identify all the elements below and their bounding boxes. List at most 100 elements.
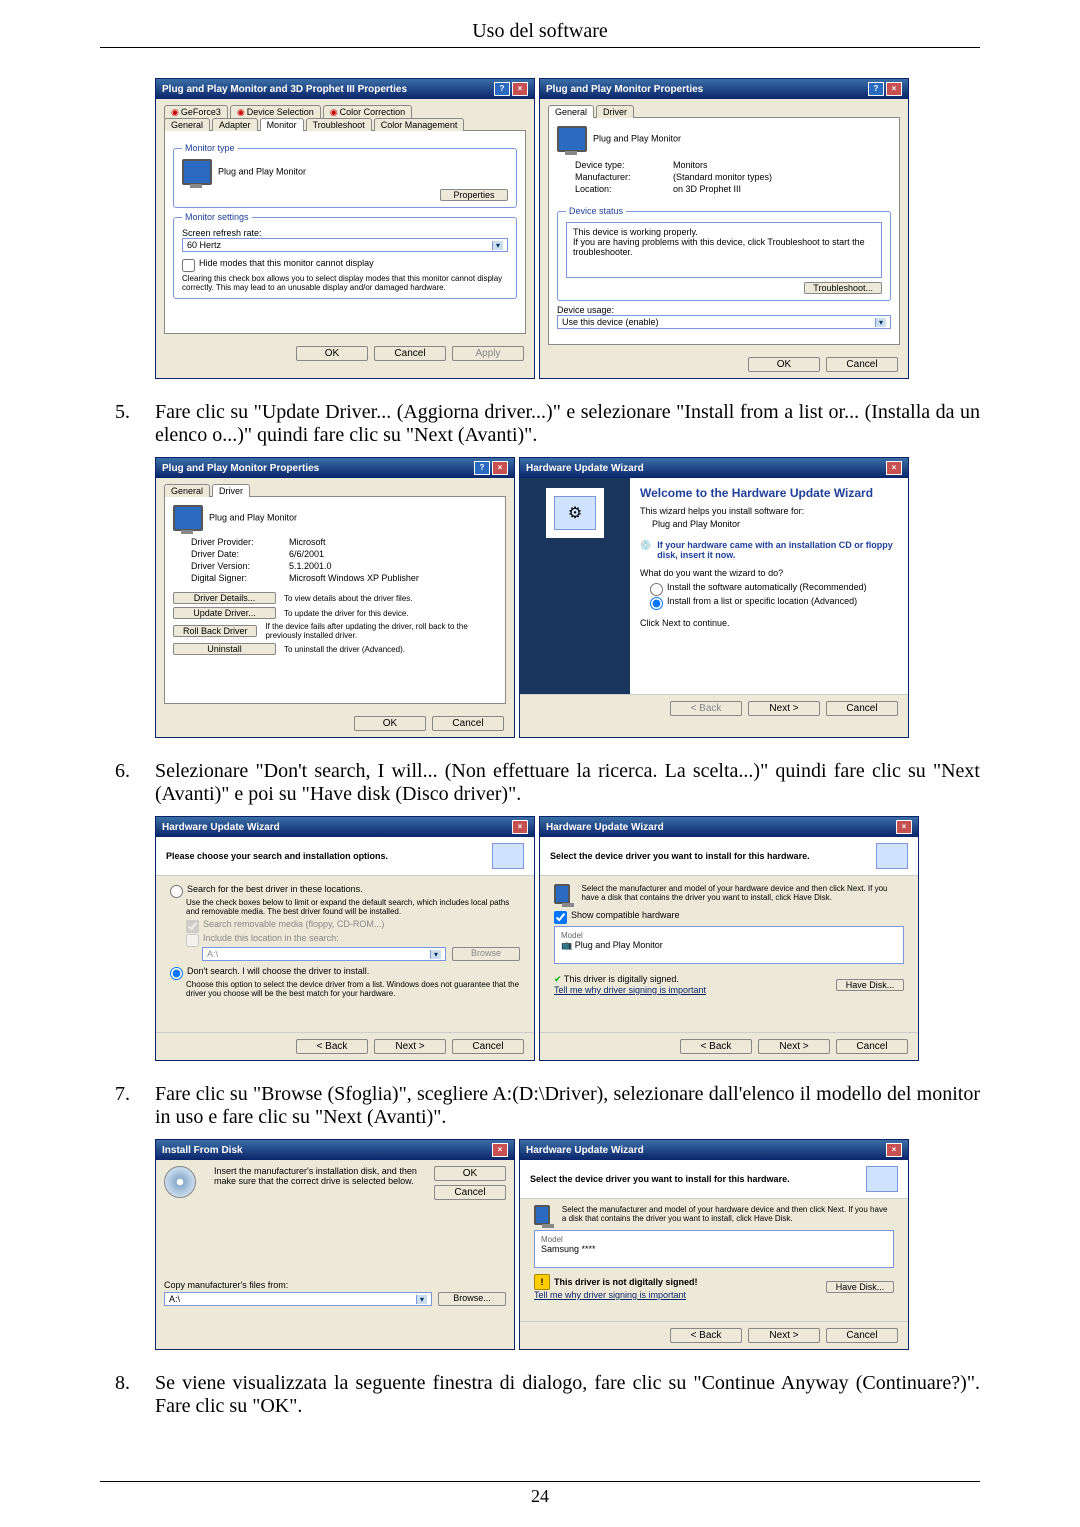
step-6: 6. Selezionare "Don't search, I will... … [100,760,980,806]
hide-modes-checkbox[interactable]: Hide modes that this monitor cannot disp… [182,258,508,272]
ok-button[interactable]: OK [354,716,426,731]
titlebar-buttons: ?× [866,82,902,96]
monitor-name: Plug and Play Monitor [209,512,297,522]
close-icon[interactable]: × [886,1143,902,1157]
close-icon[interactable]: × [886,461,902,475]
wizard-welcome: Welcome to the Hardware Update Wizard [640,486,898,500]
update-driver-button[interactable]: Update Driver... [173,607,276,619]
properties-button[interactable]: Properties [440,189,508,201]
option-dont-search[interactable]: Don't search. I will choose the driver t… [170,966,520,980]
tab-color-correction[interactable]: ◉Color Correction [323,105,412,119]
provider-label: Driver Provider: [191,537,281,547]
tab-color-mgmt[interactable]: Color Management [374,118,465,131]
tab-general[interactable]: General [548,105,594,118]
next-button[interactable]: Next > [758,1039,830,1054]
tabs-row1: ◉GeForce3 ◉Device Selection ◉Color Corre… [164,105,526,119]
dialog-title: Plug and Play Monitor Properties [162,463,319,474]
back-button[interactable]: < Back [670,1328,742,1343]
tab-general[interactable]: General [164,484,210,497]
have-disk-button[interactable]: Have Disk... [836,979,904,991]
troubleshoot-button[interactable]: Troubleshoot... [804,282,882,294]
close-icon[interactable]: × [886,82,902,96]
provider-value: Microsoft [289,537,326,547]
close-icon[interactable]: × [896,820,912,834]
wizard-icon [866,1166,898,1192]
tell-me-link[interactable]: Tell me why driver signing is important [534,1290,686,1300]
tab-monitor[interactable]: Monitor [260,118,304,131]
copy-path-select[interactable]: A:\▾ [164,1292,432,1306]
ok-button[interactable]: OK [296,346,368,361]
step-number: 8. [100,1372,155,1418]
model-col-header: Model [561,931,897,940]
wizard-helps: This wizard helps you install software f… [640,506,898,516]
tell-me-link[interactable]: Tell me why driver signing is important [554,985,706,995]
step-7: 7. Fare clic su "Browse (Sfoglia)", sceg… [100,1083,980,1129]
page-header: Uso del software [100,0,980,48]
cancel-button[interactable]: Cancel [452,1039,524,1054]
back-button[interactable]: < Back [296,1039,368,1054]
driver-details-button[interactable]: Driver Details... [173,592,276,604]
uninstall-button[interactable]: Uninstall [173,643,276,655]
cancel-button[interactable]: Cancel [826,357,898,372]
have-disk-button[interactable]: Have Disk... [826,1281,894,1293]
browse-button[interactable]: Browse... [438,1292,506,1306]
help-icon[interactable]: ? [474,461,490,475]
cancel-button[interactable]: Cancel [826,1328,898,1343]
dialog-title: Hardware Update Wizard [162,822,280,833]
close-icon[interactable]: × [492,1143,508,1157]
next-button[interactable]: Next > [374,1039,446,1054]
monitor-icon [557,126,587,152]
step-8: 8. Se viene visualizzata la seguente fin… [100,1372,980,1418]
option-list[interactable]: Install from a list or specific location… [650,596,898,610]
next-button[interactable]: Next > [748,1328,820,1343]
step-number: 5. [100,401,155,447]
refresh-rate-select[interactable]: 60 Hertz▾ [182,238,508,252]
monitor-name: Plug and Play Monitor [557,126,891,152]
close-icon[interactable]: × [512,82,528,96]
option-search[interactable]: Search for the best driver in these loca… [170,884,520,898]
close-icon[interactable]: × [512,820,528,834]
back-button[interactable]: < Back [680,1039,752,1054]
browse-button: Browse [452,947,520,961]
tab-geforce[interactable]: ◉GeForce3 [164,105,228,119]
chevron-down-icon: ▾ [875,318,886,327]
cancel-button[interactable]: Cancel [432,716,504,731]
model-col-header: Model [541,1235,887,1244]
model-item[interactable]: 📺 Plug and Play Monitor [561,940,897,951]
tab-driver[interactable]: Driver [596,105,634,118]
model-item[interactable]: Samsung **** [541,1244,887,1254]
update-desc: To update the driver for this device. [284,609,409,618]
ok-button[interactable]: OK [748,357,820,372]
help-icon[interactable]: ? [868,82,884,96]
cancel-button[interactable]: Cancel [434,1185,506,1200]
step-number: 6. [100,760,155,806]
cancel-button[interactable]: Cancel [374,346,446,361]
signer-label: Digital Signer: [191,573,281,583]
cancel-button[interactable]: Cancel [826,701,898,716]
dialog-wizard-select-driver: Hardware Update Wizard× Select the devic… [539,816,919,1061]
cancel-button[interactable]: Cancel [836,1039,908,1054]
ok-button[interactable]: OK [434,1166,506,1181]
model-listbox[interactable]: Model 📺 Plug and Play Monitor [554,926,904,964]
tab-general[interactable]: General [164,118,210,131]
wizard-icon: ⚙ [554,496,596,530]
show-compatible-checkbox[interactable]: Show compatible hardware [554,910,904,924]
device-usage-select[interactable]: Use this device (enable)▾ [557,315,891,329]
help-icon[interactable]: ? [494,82,510,96]
tab-driver[interactable]: Driver [212,484,250,497]
model-listbox[interactable]: Model Samsung **** [534,1230,894,1268]
option-auto[interactable]: Install the software automatically (Reco… [650,582,898,596]
tab-troubleshoot[interactable]: Troubleshoot [306,118,372,131]
titlebar-buttons: ?× [492,82,528,96]
monitor-icon [554,884,570,904]
monitor-icon [534,1205,550,1225]
step-text: Fare clic su "Browse (Sfoglia)", sceglie… [155,1083,980,1129]
rollback-button[interactable]: Roll Back Driver [173,625,257,637]
tab-adapter[interactable]: Adapter [212,118,258,131]
chevron-down-icon: ▾ [492,241,503,250]
close-icon[interactable]: × [492,461,508,475]
next-button[interactable]: Next > [748,701,820,716]
dialog-monitor-properties: Plug and Play Monitor and 3D Prophet III… [155,78,535,379]
tab-device-selection[interactable]: ◉Device Selection [230,105,321,119]
step-number: 7. [100,1083,155,1129]
